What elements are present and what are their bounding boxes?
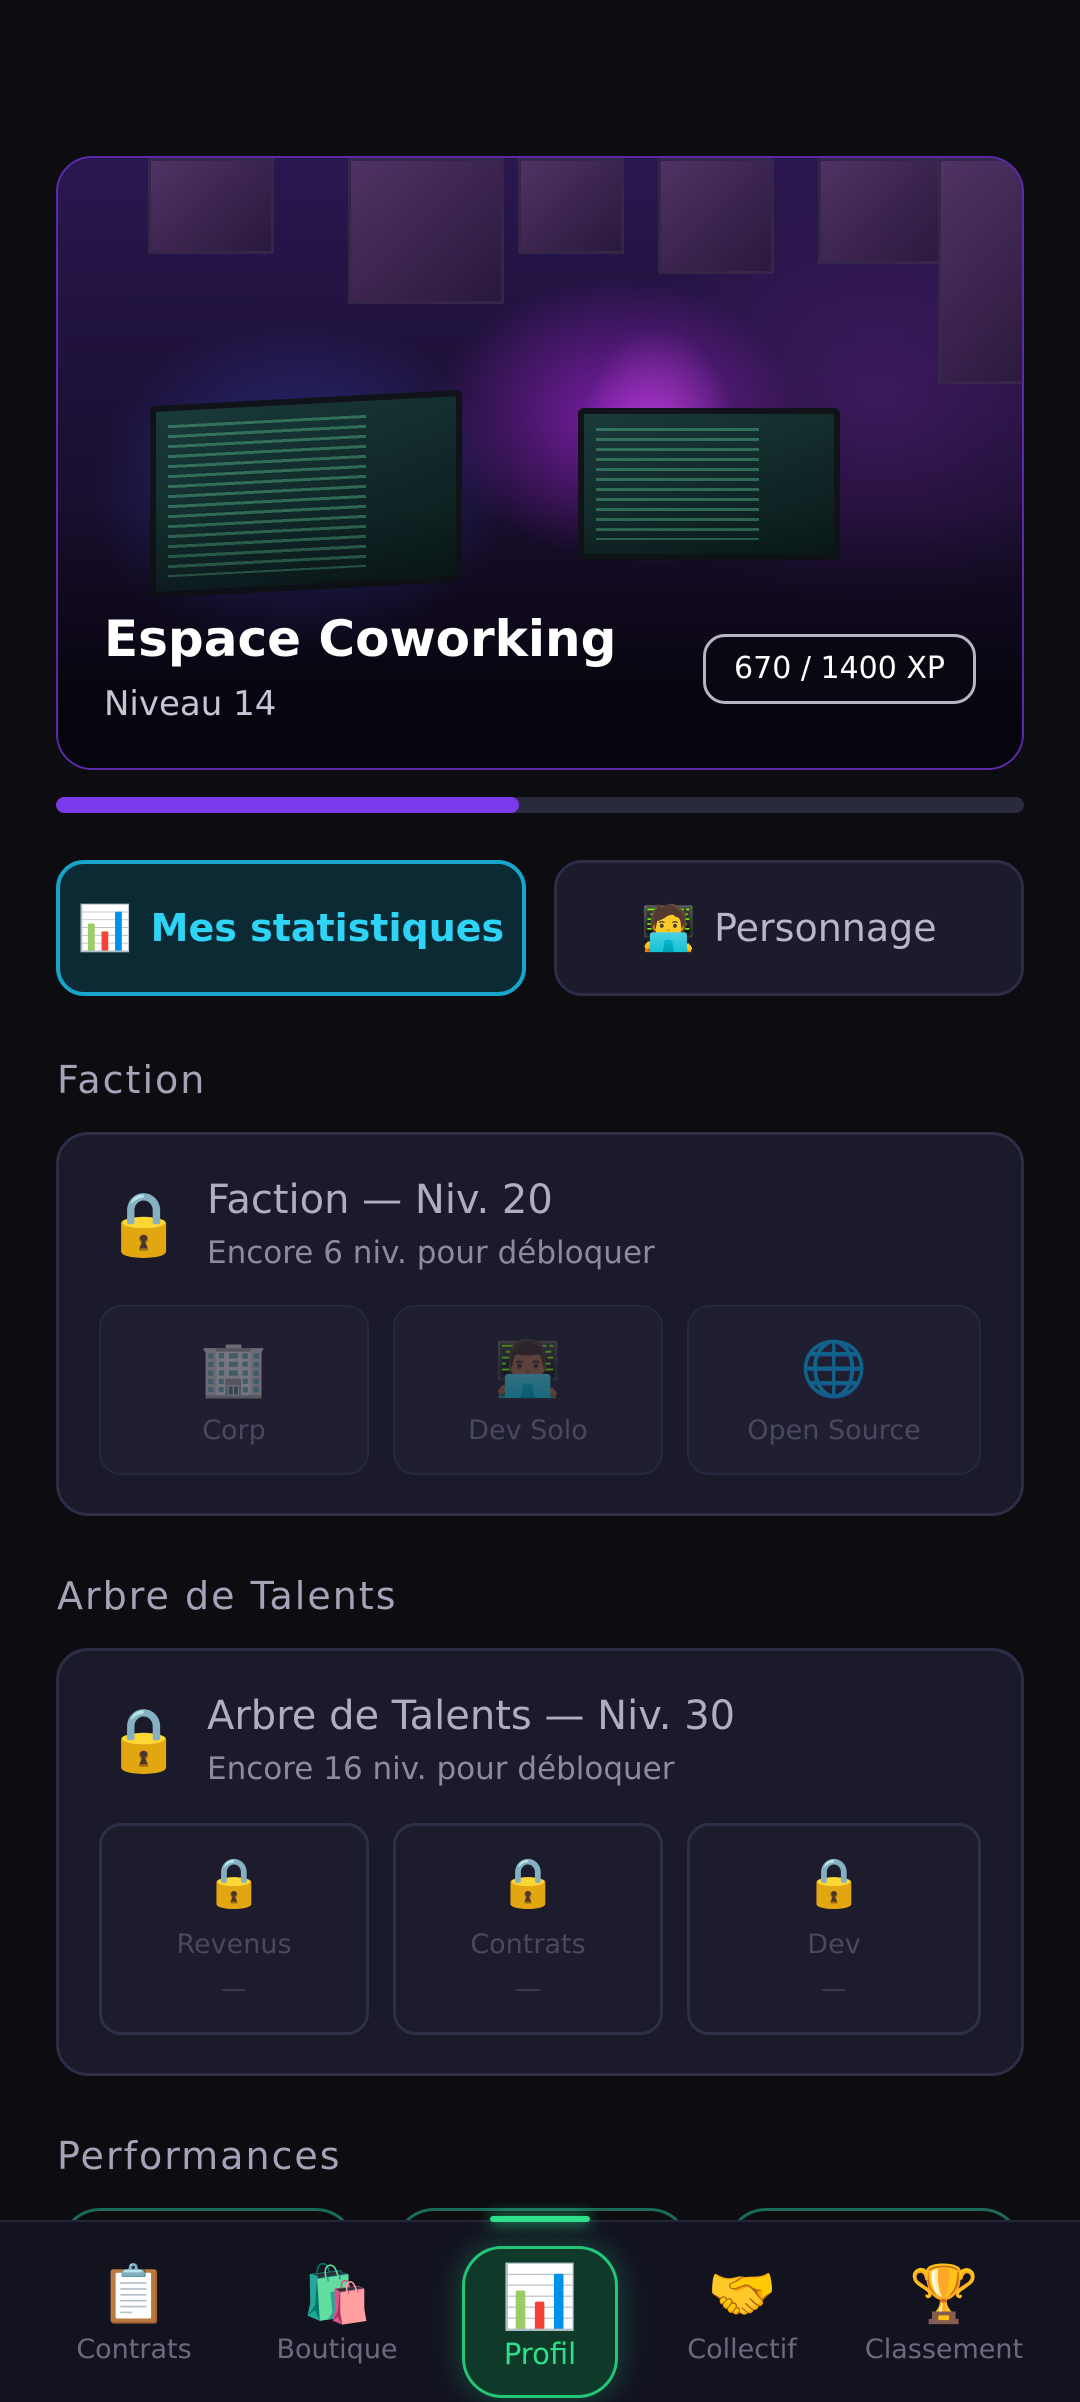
- tab-label: Personnage: [714, 906, 937, 950]
- lock-icon: 🔒: [804, 1855, 864, 1911]
- wall-poster: [938, 158, 1022, 384]
- talents-unlock-hint: Encore 16 niv. pour débloquer: [207, 1751, 675, 1787]
- faction-option-label: Dev Solo: [468, 1415, 588, 1446]
- faction-card: 🔒 Faction — Niv. 20 Encore 6 niv. pour d…: [56, 1132, 1024, 1516]
- developer-icon: 👨🏾‍💻: [494, 1337, 562, 1400]
- nav-item-collectif[interactable]: 🤝 Collectif: [642, 2262, 842, 2365]
- talent-branch-value: —: [821, 1974, 847, 2004]
- wall-poster: [518, 158, 624, 254]
- talent-branch-revenus[interactable]: 🔒 Revenus —: [99, 1823, 369, 2035]
- talents-card: 🔒 Arbre de Talents — Niv. 30 Encore 16 n…: [56, 1648, 1024, 2076]
- clipboard-icon: 📋: [99, 2262, 169, 2327]
- tab-character[interactable]: 🧑‍💻 Personnage: [554, 860, 1024, 996]
- trophy-icon: 🏆: [909, 2262, 979, 2327]
- xp-progress-bar: [56, 797, 1024, 813]
- talents-title: Arbre de Talents — Niv. 30: [207, 1693, 736, 1739]
- nav-active-indicator: [490, 2216, 590, 2222]
- hero-title: Espace Coworking: [104, 610, 617, 668]
- nav-label: Classement: [864, 2334, 1024, 2365]
- wall-poster: [818, 158, 944, 264]
- bar-chart-icon: 📊: [77, 903, 133, 954]
- office-building-icon: 🏢: [200, 1337, 268, 1400]
- hero-card: Espace Coworking Niveau 14 670 / 1400 XP: [56, 156, 1024, 770]
- talent-branch-label: Contrats: [470, 1929, 586, 1960]
- xp-badge: 670 / 1400 XP: [703, 634, 976, 704]
- bar-chart-icon: 📊: [501, 2260, 579, 2333]
- talent-branch-value: —: [221, 1974, 247, 2004]
- globe-icon: 🌐: [800, 1337, 868, 1400]
- lock-icon: 🔒: [498, 1855, 558, 1911]
- wall-poster: [148, 158, 274, 254]
- faction-option-label: Corp: [202, 1415, 266, 1446]
- talent-branch-contrats[interactable]: 🔒 Contrats —: [393, 1823, 663, 2035]
- nav-item-boutique[interactable]: 🛍️ Boutique: [237, 2262, 437, 2365]
- nav-label: Boutique: [276, 2334, 398, 2365]
- faction-title: Faction — Niv. 20: [207, 1177, 553, 1223]
- tab-label: Mes statistiques: [150, 906, 505, 950]
- wall-poster: [658, 158, 774, 274]
- nav-label: Profil: [503, 2337, 577, 2371]
- nav-item-contrats[interactable]: 📋 Contrats: [34, 2262, 234, 2365]
- lock-icon: 🔒: [105, 1703, 183, 1776]
- talent-branch-value: —: [515, 1974, 541, 2004]
- tab-my-statistics[interactable]: 📊 Mes statistiques: [56, 860, 526, 996]
- lock-icon: 🔒: [204, 1855, 264, 1911]
- faction-option-open-source[interactable]: 🌐 Open Source: [687, 1305, 981, 1475]
- faction-option-label: Open Source: [747, 1415, 921, 1446]
- handshake-icon: 🤝: [707, 2262, 777, 2327]
- bottom-navigation: 📋 Contrats 🛍️ Boutique 📊 Profil 🤝 Collec…: [0, 2220, 1080, 2402]
- talent-branch-dev[interactable]: 🔒 Dev —: [687, 1823, 981, 2035]
- hero-level: Niveau 14: [104, 684, 277, 724]
- faction-option-dev-solo[interactable]: 👨🏾‍💻 Dev Solo: [393, 1305, 663, 1475]
- wall-poster: [348, 158, 504, 304]
- section-title-faction: Faction: [57, 1058, 207, 1102]
- talent-branch-label: Dev: [807, 1929, 861, 1960]
- nav-item-profil[interactable]: 📊 Profil: [462, 2246, 618, 2398]
- section-title-talents: Arbre de Talents: [57, 1574, 398, 1618]
- technologist-icon: 🧑‍💻: [641, 903, 697, 954]
- faction-unlock-hint: Encore 6 niv. pour débloquer: [207, 1235, 655, 1271]
- talent-branch-label: Revenus: [176, 1929, 292, 1960]
- faction-option-corp[interactable]: 🏢 Corp: [99, 1305, 369, 1475]
- nav-item-classement[interactable]: 🏆 Classement: [844, 2262, 1044, 2365]
- lock-icon: 🔒: [105, 1187, 183, 1260]
- xp-progress-fill: [56, 797, 519, 813]
- section-title-performances: Performances: [57, 2134, 342, 2178]
- nav-label: Contrats: [76, 2334, 192, 2365]
- shopping-bags-icon: 🛍️: [302, 2262, 372, 2327]
- nav-label: Collectif: [687, 2334, 797, 2365]
